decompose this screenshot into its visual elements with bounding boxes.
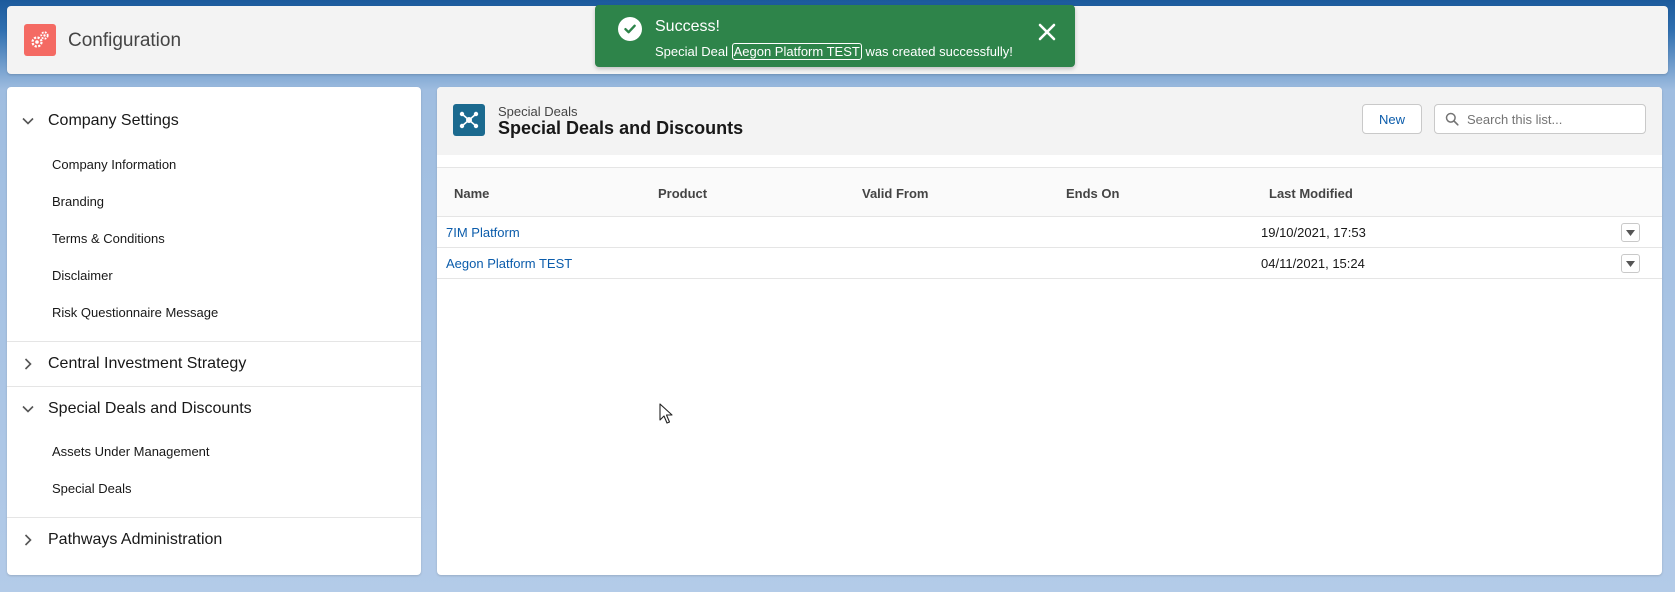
section-company-settings[interactable]: Company Settings	[21, 109, 179, 133]
gears-icon	[24, 24, 56, 56]
nav-item-special-deals[interactable]: Special Deals	[52, 481, 132, 496]
nav-item-assets-under-management[interactable]: Assets Under Management	[52, 444, 210, 459]
list-search[interactable]	[1434, 104, 1646, 134]
chevron-right-icon	[24, 358, 32, 370]
check-circle-icon	[618, 17, 642, 41]
last-modified-cell: 19/10/2021, 17:53	[1261, 225, 1366, 240]
caret-down-icon	[1626, 229, 1635, 236]
toast-message: Special Deal Aegon Platform TEST was cre…	[655, 43, 1013, 60]
column-header-name[interactable]: Name	[454, 186, 489, 201]
list-view-panel: Special Deals Special Deals and Discount…	[437, 87, 1662, 575]
object-label: Special Deals	[498, 104, 578, 119]
new-button[interactable]: New	[1362, 104, 1422, 134]
close-icon[interactable]	[1037, 22, 1057, 42]
divider	[7, 341, 421, 342]
section-label: Pathways Administration	[48, 531, 223, 548]
chevron-down-icon	[22, 117, 34, 125]
table-row: 7IM Platform 19/10/2021, 17:53	[437, 217, 1662, 248]
section-central-investment-strategy[interactable]: Central Investment Strategy	[21, 352, 246, 376]
column-header-ends-on[interactable]: Ends On	[1066, 186, 1119, 201]
section-pathways-administration[interactable]: Pathways Administration	[21, 528, 222, 552]
row-actions-button[interactable]	[1621, 254, 1640, 273]
section-label: Company Settings	[48, 112, 179, 129]
record-name-link[interactable]: 7IM Platform	[446, 225, 520, 240]
search-input[interactable]	[1465, 110, 1639, 128]
mouse-cursor-icon	[659, 403, 673, 424]
section-special-deals-and-discounts[interactable]: Special Deals and Discounts	[21, 397, 252, 421]
record-name-link[interactable]: Aegon Platform TEST	[446, 256, 572, 271]
column-header-valid-from[interactable]: Valid From	[862, 186, 928, 201]
row-actions-button[interactable]	[1621, 223, 1640, 242]
nav-item-branding[interactable]: Branding	[52, 194, 104, 209]
search-icon	[1445, 112, 1459, 126]
toast-record-link[interactable]: Aegon Platform TEST	[731, 43, 862, 60]
section-label: Special Deals and Discounts	[48, 400, 252, 417]
list-title: Special Deals and Discounts	[498, 118, 744, 138]
list-header: Special Deals Special Deals and Discount…	[437, 87, 1662, 155]
toast-message-prefix: Special Deal	[655, 44, 732, 59]
nav-item-company-information[interactable]: Company Information	[52, 157, 176, 172]
nav-item-disclaimer[interactable]: Disclaimer	[52, 268, 113, 283]
toast-title: Success!	[655, 18, 720, 35]
nav-item-terms-conditions[interactable]: Terms & Conditions	[52, 231, 165, 246]
network-icon	[453, 104, 485, 136]
chevron-right-icon	[24, 534, 32, 546]
nav-item-risk-questionnaire-message[interactable]: Risk Questionnaire Message	[52, 305, 218, 320]
success-toast: Success! Special Deal Aegon Platform TES…	[595, 5, 1075, 67]
table-header: Name Product Valid From Ends On Last Mod…	[437, 167, 1662, 217]
app-title: Configuration	[68, 30, 182, 51]
table-row: Aegon Platform TEST 04/11/2021, 15:24	[437, 248, 1662, 279]
column-header-product[interactable]: Product	[658, 186, 707, 201]
caret-down-icon	[1626, 260, 1635, 267]
last-modified-cell: 04/11/2021, 15:24	[1261, 256, 1365, 271]
divider	[7, 386, 421, 387]
settings-navigation: Company Settings Company Information Bra…	[7, 87, 421, 575]
toast-message-suffix: was created successfully!	[861, 44, 1013, 59]
section-label: Central Investment Strategy	[48, 355, 247, 372]
column-header-last-modified[interactable]: Last Modified	[1269, 186, 1353, 201]
divider	[7, 517, 421, 518]
chevron-down-icon	[22, 405, 34, 413]
